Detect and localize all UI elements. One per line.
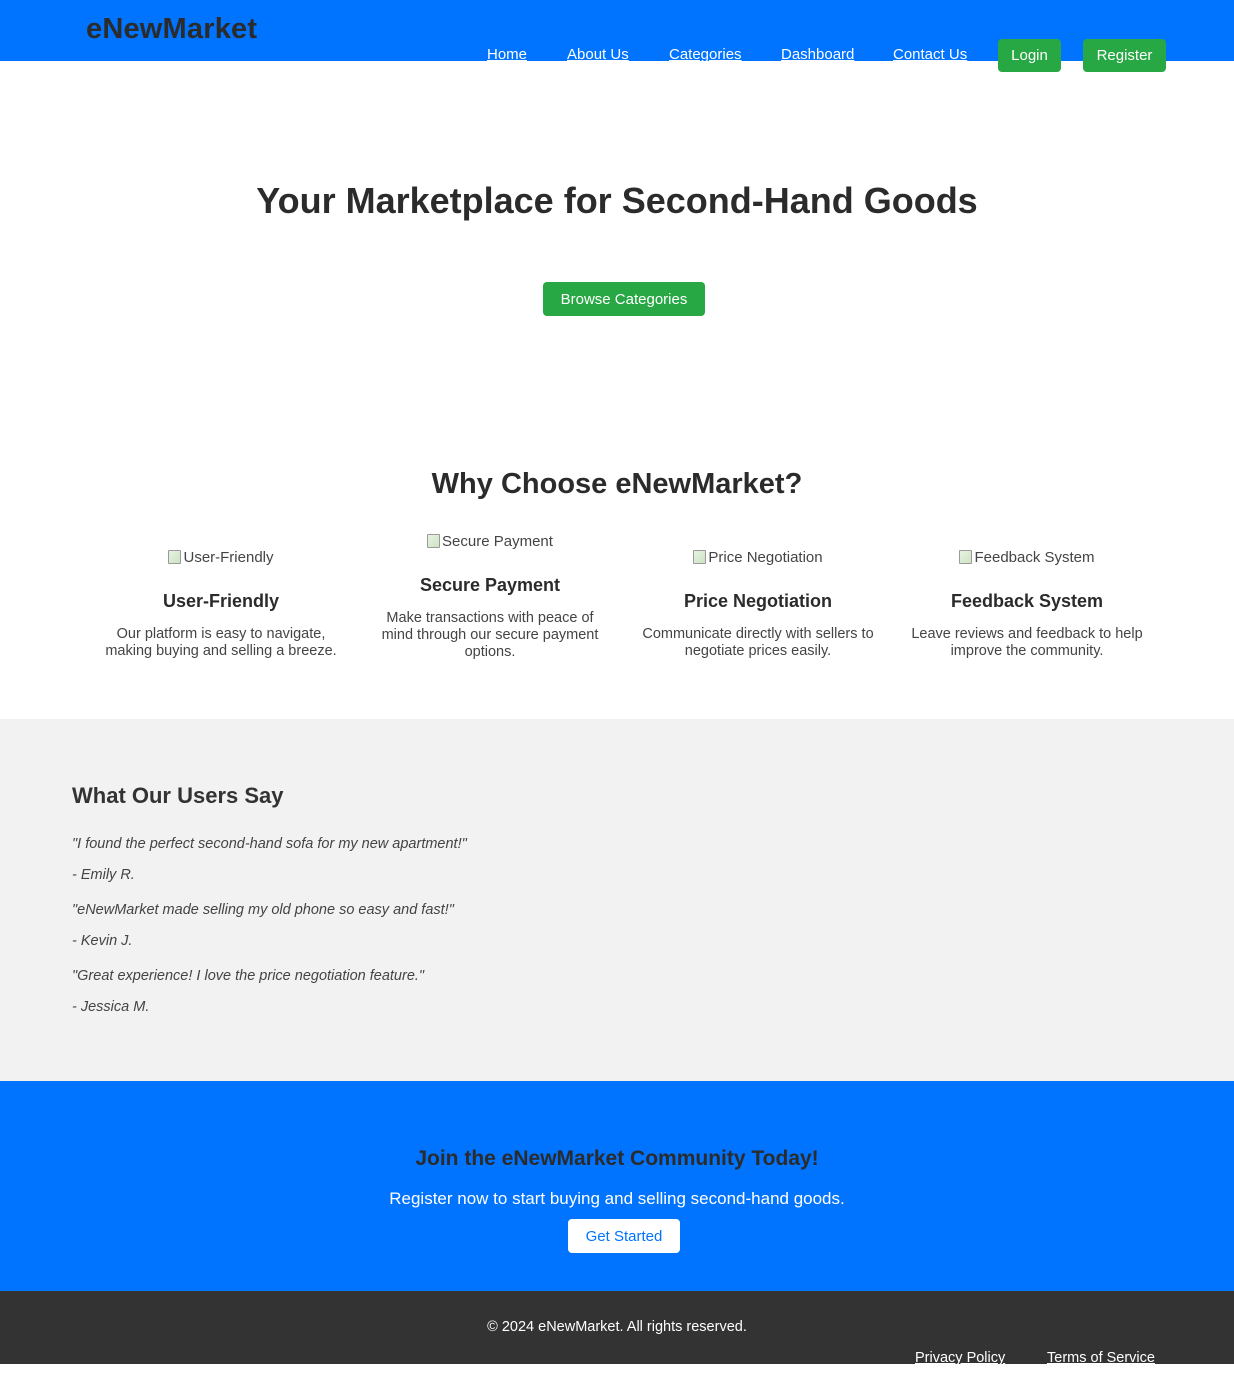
feature-description: Communicate directly with sellers to neg… (642, 626, 874, 659)
feature-image-alt: Feedback System (974, 548, 1095, 566)
testimonials-title: What Our Users Say (72, 783, 284, 808)
nav-contact-link[interactable]: Contact Us (893, 46, 967, 63)
feature-description: Our platform is easy to navigate, making… (105, 626, 337, 659)
feature-image-alt: User-Friendly (183, 548, 274, 566)
register-button[interactable]: Register (1083, 39, 1166, 72)
testimonials-section: What Our Users Say "I found the perfect … (0, 719, 1234, 1081)
feature-title: Secure Payment (419, 575, 561, 595)
nav-categories-link[interactable]: Categories (669, 46, 742, 63)
nav-dashboard-link[interactable]: Dashboard (781, 46, 854, 63)
testimonial-quote: "Great experience! I love the price nego… (72, 968, 425, 984)
testimonial-quote: "I found the perfect second-hand sofa fo… (72, 836, 467, 852)
hero-title: Your Marketplace for Second-Hand Goods (256, 180, 978, 221)
feature-image: Feedback System (902, 547, 1152, 567)
feature-description: Make transactions with peace of mind thr… (381, 610, 599, 660)
broken-image-icon (427, 534, 441, 548)
site-footer: © 2024 eNewMarket. All rights reserved. … (0, 1291, 1234, 1366)
cta-title: Join the eNewMarket Community Today! (415, 1147, 819, 1170)
nav-about-link[interactable]: About Us (567, 46, 629, 63)
features-title: Why Choose eNewMarket? (431, 468, 803, 500)
feature-image: Price Negotiation (633, 547, 883, 567)
broken-image-icon (959, 550, 973, 564)
feature-card-user-friendly: User-Friendly User-Friendly Our platform… (96, 547, 346, 660)
browse-categories-button[interactable]: Browse Categories (543, 282, 705, 316)
testimonial-author: - Emily R. (72, 867, 135, 883)
login-button[interactable]: Login (998, 39, 1061, 72)
feature-image-alt: Price Negotiation (708, 548, 823, 566)
feature-card-secure-payment: Secure Payment Secure Payment Make trans… (365, 531, 615, 661)
privacy-policy-link[interactable]: Privacy Policy (915, 1350, 1005, 1366)
cta-text: Register now to start buying and selling… (389, 1189, 845, 1208)
feature-title: Price Negotiation (683, 591, 833, 611)
feature-card-feedback-system: Feedback System Feedback System Leave re… (902, 547, 1152, 660)
get-started-button[interactable]: Get Started (568, 1219, 680, 1253)
feature-title: Feedback System (950, 591, 1104, 611)
feature-image-alt: Secure Payment (442, 532, 553, 550)
feature-title: User-Friendly (162, 591, 280, 611)
site-header: eNewMarket Home About Us Categories Dash… (0, 0, 1234, 72)
nav-home-link[interactable]: Home (487, 46, 527, 63)
feature-card-price-negotiation: Price Negotiation Price Negotiation Comm… (633, 547, 883, 660)
testimonial-author: - Jessica M. (72, 999, 150, 1015)
cta-section: Join the eNewMarket Community Today! Reg… (0, 1081, 1234, 1291)
feature-image: User-Friendly (96, 547, 346, 567)
testimonial-quote: "eNewMarket made selling my old phone so… (72, 902, 454, 918)
terms-of-service-link[interactable]: Terms of Service (1047, 1350, 1155, 1366)
broken-image-icon (693, 550, 707, 564)
broken-image-icon (168, 550, 182, 564)
site-logo[interactable]: eNewMarket (86, 13, 257, 46)
feature-description: Leave reviews and feedback to help impro… (911, 626, 1143, 659)
feature-image: Secure Payment (365, 531, 615, 551)
footer-copyright: © 2024 eNewMarket. All rights reserved. (487, 1319, 747, 1335)
testimonial-author: - Kevin J. (72, 933, 133, 949)
